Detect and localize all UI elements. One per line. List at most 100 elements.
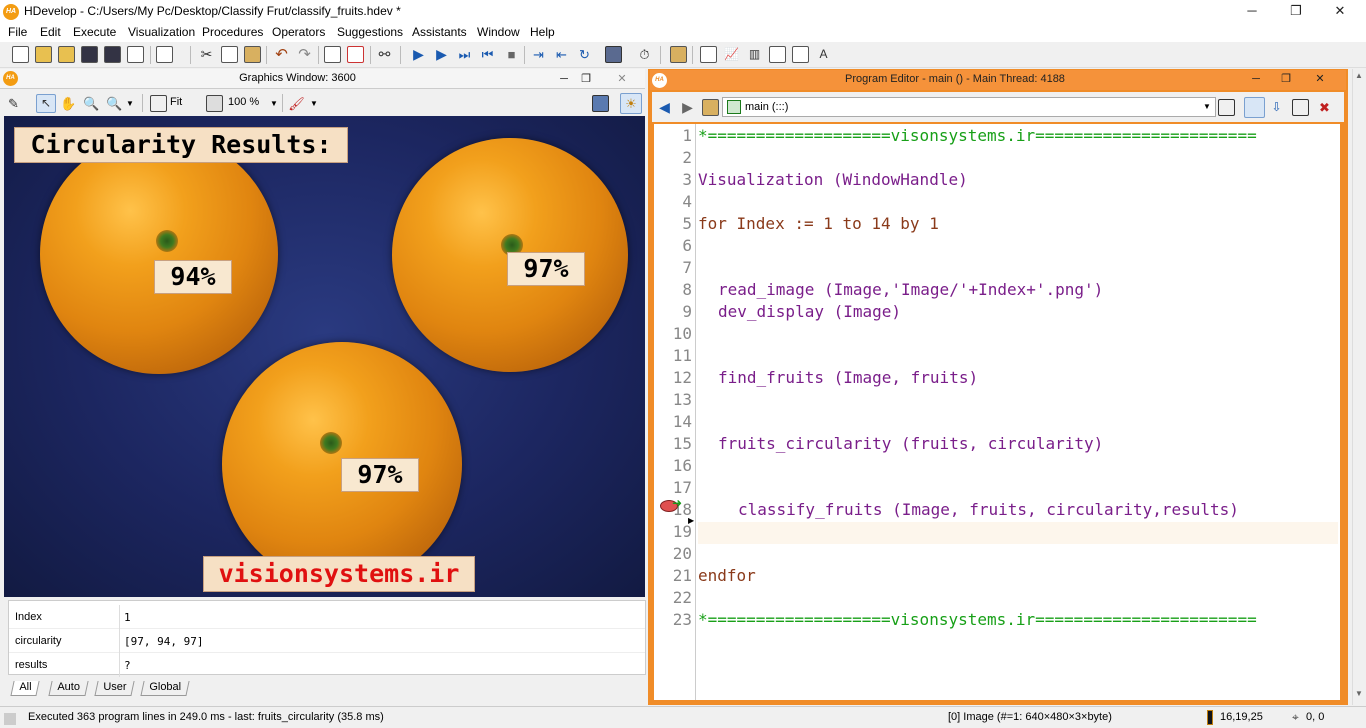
- pointer-icon[interactable]: ↖: [36, 94, 56, 113]
- procedure-list-icon[interactable]: [1218, 99, 1235, 116]
- pe-minimize-button[interactable]: ─: [1242, 70, 1270, 88]
- assistant-icon[interactable]: [670, 46, 687, 63]
- region-features-icon[interactable]: [769, 46, 786, 63]
- menu-window[interactable]: Window: [477, 25, 520, 39]
- ocr-icon[interactable]: A: [815, 46, 832, 63]
- step-into-icon[interactable]: ⇥: [530, 46, 547, 63]
- chevron-down-icon[interactable]: ▼: [126, 99, 134, 108]
- code-line[interactable]: *===================visonsystems.ir=====…: [698, 126, 1257, 145]
- graphics-window-titlebar: HA Graphics Window: 3600 ─ ❐ ✕: [0, 69, 645, 89]
- pe-close-button[interactable]: ✕: [1306, 70, 1334, 88]
- pan-hand-icon[interactable]: ✋: [60, 95, 77, 112]
- screenshot-icon[interactable]: [592, 95, 609, 112]
- line-profile-icon[interactable]: 📈: [723, 46, 740, 63]
- variable-value: 1: [124, 611, 131, 624]
- open-program-icon[interactable]: [35, 46, 52, 63]
- menu-procedures[interactable]: Procedures: [202, 25, 263, 39]
- variable-row[interactable]: circularity [97, 94, 97]: [9, 629, 645, 653]
- procedure-delete-icon[interactable]: ✖: [1316, 99, 1333, 116]
- color-picker-icon[interactable]: 🖌: [288, 95, 305, 112]
- zoom-window-icon[interactable]: [792, 46, 809, 63]
- gw-close-button[interactable]: ✕: [608, 70, 636, 88]
- profiler-icon[interactable]: ⏱: [636, 46, 653, 63]
- tab-all[interactable]: All: [10, 681, 40, 696]
- cut-icon[interactable]: ✂: [198, 46, 215, 63]
- forward-arrow-icon[interactable]: ▶: [679, 99, 696, 116]
- zoom-percent-select[interactable]: 100 %: [228, 96, 259, 108]
- chevron-down-icon[interactable]: ▼: [1203, 102, 1211, 111]
- code-line[interactable]: Visualization (WindowHandle): [698, 170, 968, 189]
- run-to-insert-icon[interactable]: ▶: [433, 46, 450, 63]
- menu-edit[interactable]: Edit: [40, 25, 61, 39]
- chevron-down-icon[interactable]: ▼: [270, 99, 278, 108]
- code-line[interactable]: for Index := 1 to 14 by 1: [698, 214, 939, 233]
- tab-global[interactable]: Global: [140, 681, 190, 696]
- chevron-down-icon[interactable]: ▼: [310, 99, 318, 108]
- graphics-canvas[interactable]: Circularity Results: 94% 97% 97% visions…: [4, 116, 645, 597]
- scroll-up-arrow-icon[interactable]: ▲: [1355, 71, 1363, 80]
- scroll-down-arrow-icon[interactable]: ▼: [1355, 689, 1363, 698]
- run-icon[interactable]: ▶: [410, 46, 427, 63]
- menu-operators[interactable]: Operators: [272, 25, 325, 39]
- close-button[interactable]: ✕: [1326, 2, 1354, 20]
- tab-auto[interactable]: Auto: [48, 681, 89, 696]
- save-icon[interactable]: [81, 46, 98, 63]
- menu-suggestions[interactable]: Suggestions: [337, 25, 403, 39]
- code-line[interactable]: read_image (Image,'Image/'+Index+'.png'): [718, 280, 1103, 299]
- copy-icon[interactable]: [221, 46, 238, 63]
- code-line[interactable]: *===================visonsystems.ir=====…: [698, 610, 1257, 629]
- code-line[interactable]: endfor: [698, 566, 756, 585]
- fit-window-icon[interactable]: [150, 95, 167, 112]
- code-line[interactable]: find_fruits (Image, fruits): [718, 368, 978, 387]
- code-editor[interactable]: 1 2 3 4 5 6 7 8 9 10 11 12 13 14 15 16 17 18 19 20 21 22 23 *=…: [654, 124, 1340, 700]
- code-line[interactable]: dev_display (Image): [718, 302, 901, 321]
- redo-icon[interactable]: ↷: [296, 46, 313, 63]
- undo-icon[interactable]: ↶: [273, 46, 290, 63]
- pe-maximize-button[interactable]: ❐: [1272, 70, 1300, 88]
- gray-histogram-icon[interactable]: [700, 46, 717, 63]
- stop-icon[interactable]: ■: [503, 46, 520, 63]
- find-icon[interactable]: ⚯: [376, 46, 393, 63]
- variable-row[interactable]: Index 1: [9, 605, 645, 629]
- gw-maximize-button[interactable]: ❐: [572, 70, 600, 88]
- procedure-edit-icon[interactable]: [1292, 99, 1309, 116]
- right-scrollbar[interactable]: ▲ ▼: [1352, 69, 1366, 705]
- reset-program-icon[interactable]: ↻: [576, 46, 593, 63]
- delete-line-icon[interactable]: [347, 46, 364, 63]
- menu-execute[interactable]: Execute: [73, 25, 116, 39]
- close-program-icon[interactable]: [156, 46, 173, 63]
- menu-assistants[interactable]: Assistants: [412, 25, 467, 39]
- save-all-icon[interactable]: [104, 46, 121, 63]
- step-out-icon[interactable]: ⇤: [553, 46, 570, 63]
- variable-row[interactable]: results ?: [9, 653, 645, 677]
- menu-file[interactable]: File: [8, 25, 27, 39]
- edit-icon[interactable]: ✎: [8, 95, 25, 112]
- procedure-folder-icon[interactable]: [702, 99, 719, 116]
- back-arrow-icon[interactable]: ◀: [656, 99, 673, 116]
- procedure-select[interactable]: main (:::) ▼: [722, 97, 1216, 117]
- graphics-window-toolbar: ✎ ↖ ✋ 🔍 🔍 ▼ Fit 100 % ▼ 🖌 ▼ ☀: [0, 90, 645, 116]
- menu-visualization[interactable]: Visualization: [128, 25, 195, 39]
- zoom-icon[interactable]: 🔍: [83, 95, 100, 112]
- menu-help[interactable]: Help: [530, 25, 555, 39]
- insert-line-icon[interactable]: [324, 46, 341, 63]
- zoom-fit-select[interactable]: Fit: [170, 96, 182, 108]
- zoom-percent-icon[interactable]: [206, 95, 223, 112]
- step-down-icon[interactable]: ⇩: [1268, 99, 1285, 116]
- step-over-icon[interactable]: ⏭: [456, 46, 473, 63]
- paste-icon[interactable]: [244, 46, 261, 63]
- tab-user[interactable]: User: [94, 681, 135, 696]
- edit-mode-icon[interactable]: [1244, 97, 1265, 118]
- open-folder-icon[interactable]: [58, 46, 75, 63]
- code-line[interactable]: classify_fruits (Image, fruits, circular…: [738, 500, 1239, 519]
- light-bulb-icon[interactable]: ☀: [620, 93, 642, 114]
- step-back-icon[interactable]: ⏮: [479, 46, 496, 63]
- print-icon[interactable]: [127, 46, 144, 63]
- breakpoint-icon[interactable]: [605, 46, 622, 63]
- minimize-button[interactable]: ─: [1238, 2, 1266, 20]
- histogram-icon[interactable]: ▥: [746, 46, 763, 63]
- code-line[interactable]: fruits_circularity (fruits, circularity): [718, 434, 1103, 453]
- new-program-icon[interactable]: [12, 46, 29, 63]
- zoom-in-icon[interactable]: 🔍: [106, 95, 123, 112]
- maximize-button[interactable]: ❐: [1282, 2, 1310, 20]
